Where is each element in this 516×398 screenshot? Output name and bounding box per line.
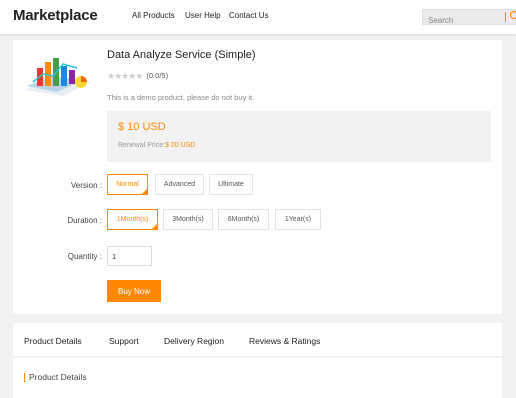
product-rating: ★★★★★ (0.0/5) <box>107 70 169 82</box>
rating-stars: ★★★★★ <box>107 66 143 84</box>
version-option-ultimate[interactable]: Ultimate <box>209 174 253 195</box>
quantity-input[interactable] <box>107 246 152 266</box>
tab-product-details[interactable]: Product Details <box>24 336 82 346</box>
rating-text: (0.0/5) <box>146 70 169 80</box>
product-card: Data Analyze Service (Simple) ★★★★★ (0.0… <box>13 40 502 314</box>
renewal-label: Renewal Price: <box>118 142 166 149</box>
duration-option-6-months[interactable]: 6Month(s) <box>218 209 269 230</box>
tab-reviews-ratings[interactable]: Reviews & Ratings <box>249 336 320 346</box>
brand-logo[interactable]: Marketplace <box>13 7 98 24</box>
quantity-label: Quantity : <box>67 252 102 261</box>
duration-option-1-month[interactable]: 1Month(s) <box>107 209 158 230</box>
search-divider <box>505 12 506 22</box>
product-details-section: Product Details <box>13 358 502 398</box>
renewal-value: $ 20 USD <box>165 142 196 149</box>
version-option-normal[interactable]: Normal <box>107 174 148 195</box>
star-icon: ★ <box>135 71 143 81</box>
duration-option-3-months[interactable]: 3Month(s) <box>163 209 213 230</box>
section-title: Product Details <box>29 372 87 382</box>
version-option-advanced[interactable]: Advanced <box>155 174 204 195</box>
price-box: $ 10 USD Renewal Price:$ 20 USD <box>107 111 491 162</box>
price: $ 10 USD <box>118 121 166 133</box>
search-input[interactable] <box>423 13 499 28</box>
search-icon[interactable] <box>510 11 516 19</box>
tab-delivery-region[interactable]: Delivery Region <box>164 336 224 346</box>
section-accent-bar <box>24 373 25 382</box>
buy-now-button[interactable]: Buy Now <box>107 280 161 302</box>
product-description: This is a demo product, please do not bu… <box>107 93 255 102</box>
search-box <box>422 9 516 28</box>
version-label: Version : <box>70 181 102 190</box>
tab-support[interactable]: Support <box>109 336 139 346</box>
duration-label: Duration : <box>67 216 102 225</box>
duration-option-1-year[interactable]: 1Year(s) <box>275 209 321 230</box>
renewal-price: Renewal Price:$ 20 USD <box>118 142 195 149</box>
product-tabs: Product Details Support Delivery Region … <box>13 323 502 357</box>
nav-contact-us[interactable]: Contact Us <box>229 11 269 20</box>
nav-user-help[interactable]: User Help <box>185 11 221 20</box>
product-thumbnail-image <box>25 58 91 96</box>
product-title: Data Analyze Service (Simple) <box>107 49 256 61</box>
nav-all-products[interactable]: All Products <box>132 11 175 20</box>
top-header: Marketplace All Products User Help Conta… <box>0 0 516 34</box>
